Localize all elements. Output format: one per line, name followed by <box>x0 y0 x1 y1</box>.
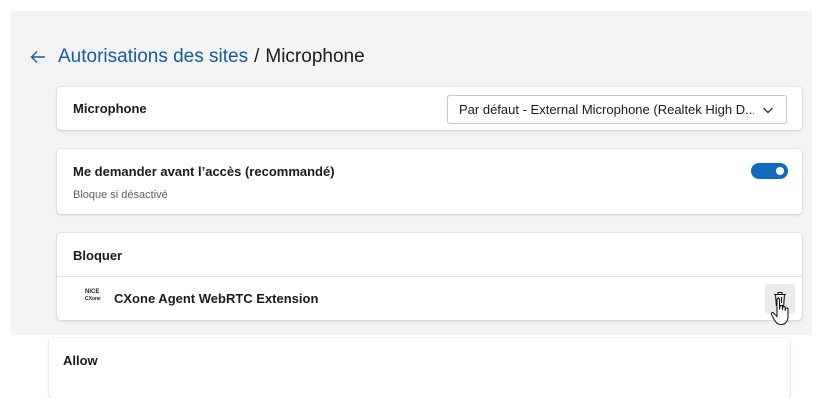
microphone-label: Microphone <box>73 101 147 116</box>
ask-before-access-card: Me demander avant l’accès (recommandé) B… <box>57 149 802 214</box>
microphone-select[interactable]: Par défaut - External Microphone (Realte… <box>447 95 787 124</box>
block-section-header: Bloquer <box>73 248 123 263</box>
page-title: Microphone <box>265 46 365 67</box>
favicon-text-top: NICE <box>85 289 100 295</box>
allow-card: Allow <box>49 338 790 398</box>
favicon-text-bottom: CXone <box>85 296 101 302</box>
breadcrumb-parent-link[interactable]: Autorisations des sites <box>58 46 248 68</box>
microphone-select-value: Par défaut - External Microphone (Realte… <box>459 102 754 117</box>
microphone-card: Microphone Par défaut - External Microph… <box>57 87 802 130</box>
blocked-site-row: NICE CXone CXone Agent WebRTC Extension <box>57 277 802 326</box>
site-favicon-icon: NICE CXone <box>85 289 101 307</box>
ask-before-access-label: Me demander avant l’accès (recommandé) <box>73 164 335 179</box>
chevron-down-icon <box>763 107 773 114</box>
hand-cursor-icon <box>770 297 789 326</box>
blocked-site-name: CXone Agent WebRTC Extension <box>114 291 319 306</box>
ask-before-access-toggle[interactable] <box>751 163 788 179</box>
breadcrumb: Autorisations des sites / Microphone <box>28 44 365 70</box>
allow-section-header: Allow <box>63 353 98 368</box>
toggle-knob <box>776 167 784 175</box>
back-arrow-icon[interactable] <box>28 47 48 67</box>
block-card: Bloquer NICE CXone CXone Agent WebRTC Ex… <box>57 233 802 326</box>
breadcrumb-separator: / <box>254 46 260 67</box>
ask-before-access-sublabel: Bloque si désactivé <box>73 189 168 201</box>
